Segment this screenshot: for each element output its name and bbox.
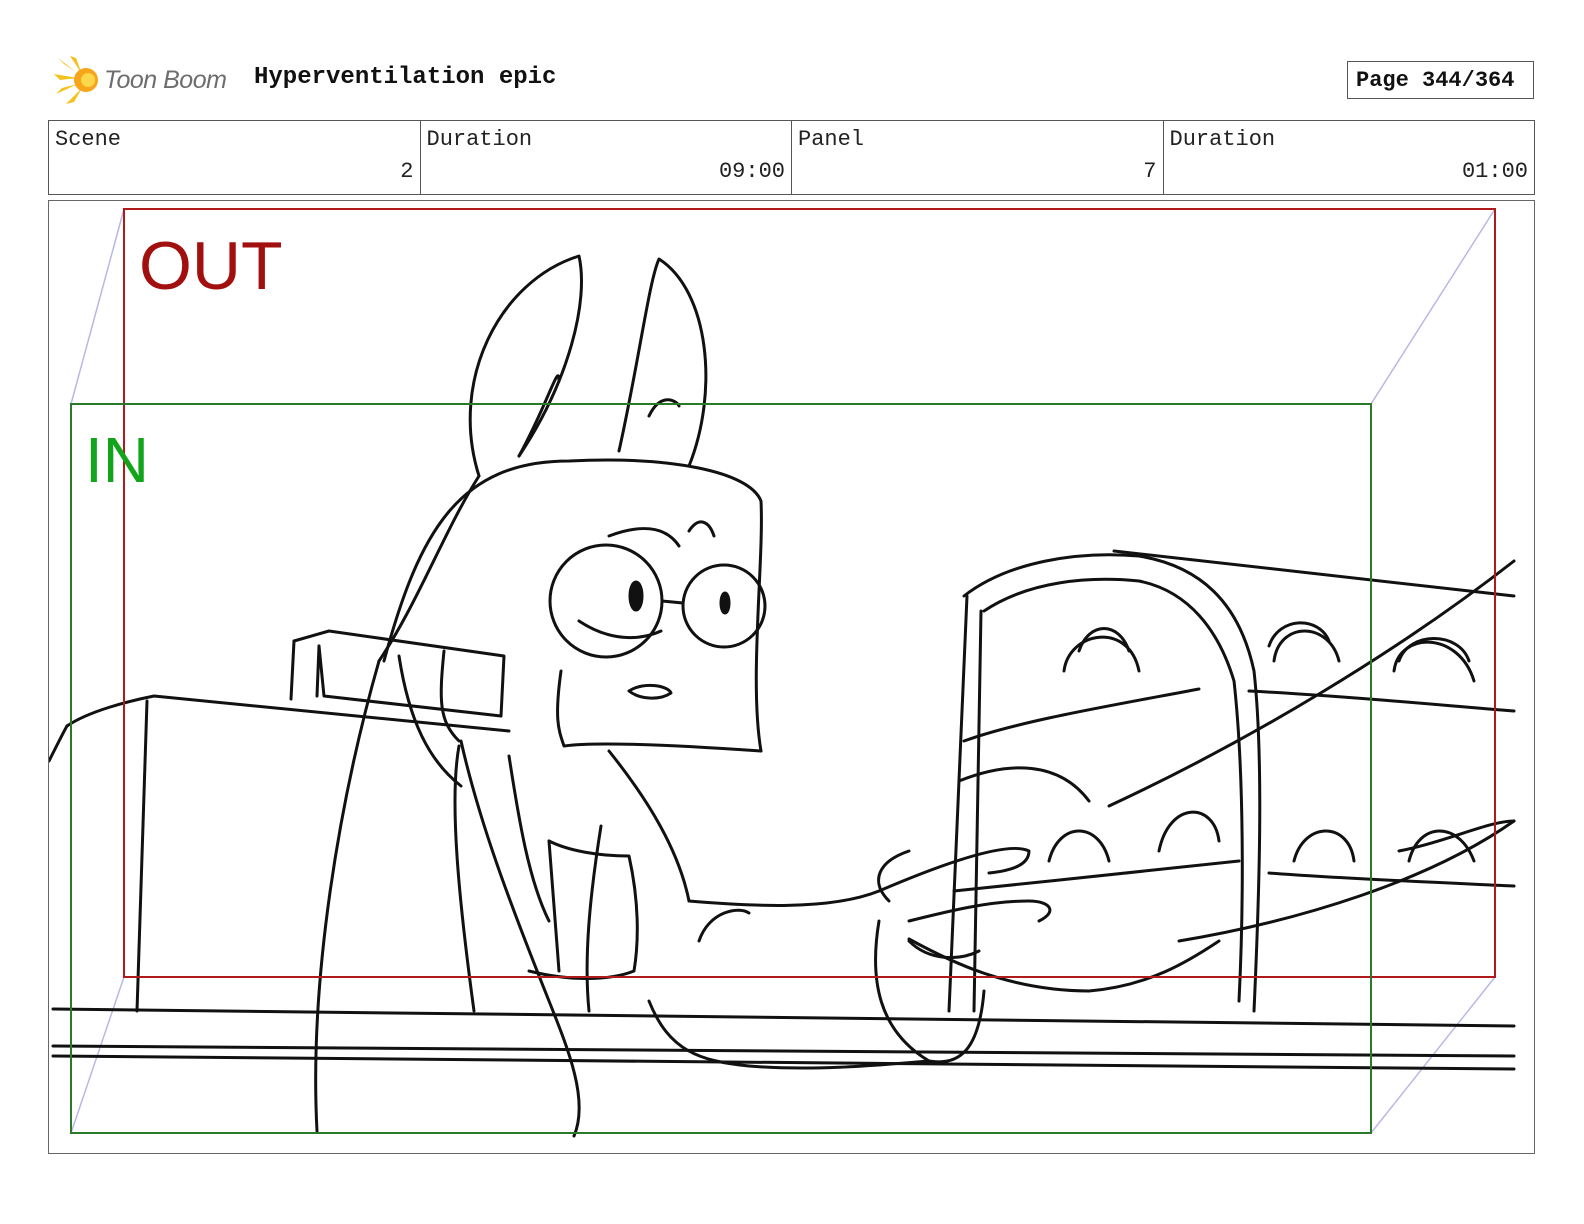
panel-label: Panel bbox=[798, 127, 865, 152]
camera-perspective-lines bbox=[70, 208, 1496, 1134]
page-indicator: Page 344/364 bbox=[1347, 61, 1534, 99]
out-frame-label: OUT bbox=[139, 228, 283, 304]
scene-duration-value: 09:00 bbox=[718, 159, 785, 184]
storyboard-panel: OUT IN bbox=[48, 200, 1535, 1154]
scene-duration-label: Duration bbox=[426, 127, 533, 152]
in-frame-label: IN bbox=[85, 424, 149, 496]
starburst-logo-icon bbox=[54, 56, 98, 104]
scene-info-table: Scene 2 Duration 09:00 Panel 7 Duration … bbox=[48, 120, 1535, 195]
panel-duration-value: 01:00 bbox=[1461, 159, 1528, 184]
toon-boom-logo: Toon Boom bbox=[52, 54, 242, 108]
page-number: Page 344/364 bbox=[1356, 68, 1515, 93]
out-frame bbox=[123, 208, 1496, 978]
panel-value: 7 bbox=[1143, 159, 1157, 184]
panel-cell: Panel 7 bbox=[792, 121, 1164, 194]
logo-text: Toon Boom bbox=[104, 66, 227, 94]
panel-drawing bbox=[49, 208, 1516, 1138]
project-title: Hyperventilation epic bbox=[254, 64, 557, 91]
sketch-drawing bbox=[49, 254, 1516, 1138]
in-frame bbox=[70, 403, 1372, 1134]
panel-duration-cell: Duration 01:00 bbox=[1164, 121, 1535, 194]
scene-cell: Scene 2 bbox=[49, 121, 421, 194]
scene-value: 2 bbox=[400, 159, 414, 184]
scene-label: Scene bbox=[55, 127, 122, 152]
scene-duration-cell: Duration 09:00 bbox=[421, 121, 792, 194]
panel-duration-label: Duration bbox=[1169, 127, 1276, 152]
